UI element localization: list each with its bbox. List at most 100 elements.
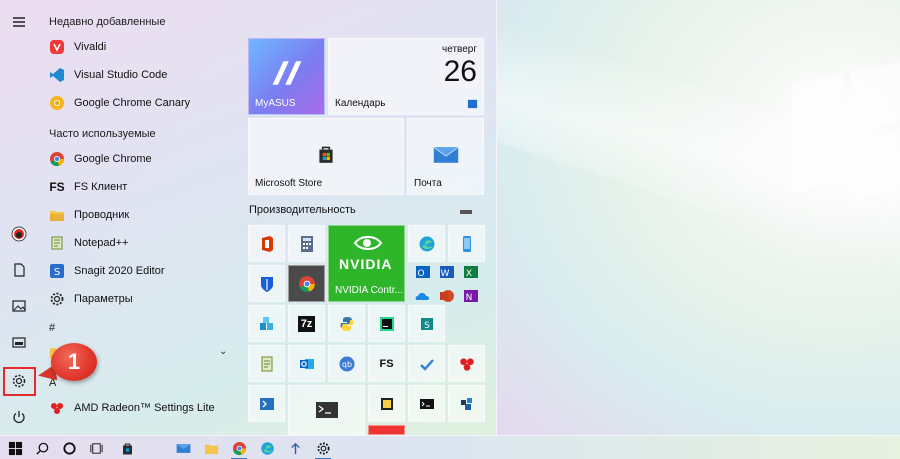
store-bag-icon — [319, 146, 333, 163]
mail-icon — [176, 443, 190, 453]
powerpoint-icon[interactable] — [438, 287, 456, 305]
documents-icon[interactable] — [6, 257, 32, 283]
folder-icon — [204, 444, 218, 454]
python-icon — [340, 316, 353, 331]
tile-virtualbox[interactable] — [448, 385, 485, 422]
sway-icon: S — [420, 317, 433, 331]
taskbar-mail[interactable] — [171, 436, 195, 459]
app-snagit[interactable]: S Snagit 2020 Editor — [47, 259, 243, 283]
app-fs-client[interactable]: FS FS Клиент — [47, 175, 243, 199]
settings-highlight-box — [3, 367, 36, 396]
hash-header[interactable]: # — [49, 322, 55, 334]
taskbar-explorer[interactable] — [199, 436, 223, 459]
group-header[interactable]: Производительность — [249, 204, 356, 216]
tile-bitwarden[interactable] — [248, 265, 285, 302]
group-menu-icon[interactable] — [460, 210, 472, 214]
file-explorer-icon — [47, 205, 67, 225]
tile-todo[interactable] — [408, 345, 445, 382]
tile-chrome[interactable] — [288, 265, 325, 302]
tile-cmd[interactable] — [408, 385, 445, 422]
user-avatar[interactable] — [6, 221, 32, 247]
tile-label: NVIDIA Contr... — [335, 285, 403, 296]
amd-radeon-icon — [47, 398, 67, 418]
tile-app-cubes[interactable] — [248, 305, 285, 342]
tile-outlook[interactable] — [288, 345, 325, 382]
app-chrome-canary[interactable]: Google Chrome Canary — [47, 91, 243, 115]
office-icon — [261, 235, 273, 252]
tile-fs[interactable]: FS — [368, 345, 405, 382]
tile-calendar[interactable]: четверг 26 Календарь — [328, 38, 484, 115]
chrome-icon — [47, 149, 67, 169]
svg-text:S: S — [54, 267, 60, 278]
hamburger-menu-icon[interactable] — [6, 9, 32, 35]
search-icon — [35, 442, 48, 455]
app-amd-radeon[interactable]: AMD Radeon™ Settings Lite — [47, 396, 243, 420]
tile-edge[interactable] — [408, 225, 445, 262]
taskbar-edge[interactable] — [255, 436, 279, 459]
arrow-up-icon — [290, 442, 300, 454]
taskbar-store[interactable] — [115, 436, 139, 459]
excel-icon[interactable]: X — [462, 263, 480, 281]
tile-sway[interactable]: S — [408, 305, 445, 342]
tile-sticky[interactable] — [368, 385, 405, 422]
vscode-icon — [47, 65, 67, 85]
tile-powershell[interactable] — [248, 385, 285, 422]
pictures-icon[interactable] — [6, 293, 32, 319]
step-callout: 1 — [51, 343, 97, 381]
start-button[interactable] — [3, 436, 27, 459]
desktop-wallpaper — [497, 0, 900, 435]
store-bag-icon — [122, 442, 132, 454]
tile-python[interactable] — [328, 305, 365, 342]
svg-text:W: W — [440, 269, 449, 279]
app-google-chrome[interactable]: Google Chrome — [47, 147, 243, 171]
app-vivaldi[interactable]: Vivaldi — [47, 35, 243, 59]
tile-myasus[interactable]: MyASUS — [248, 38, 325, 115]
outlook-icon[interactable]: O — [414, 263, 432, 281]
onedrive-icon[interactable] — [414, 287, 432, 305]
taskbar-upload[interactable] — [283, 436, 307, 459]
fs-tile-icon: FS — [379, 357, 394, 370]
amd-radeon-icon — [459, 357, 474, 371]
tile-amd-radeon[interactable] — [448, 345, 485, 382]
seven-zip-icon: 7z — [297, 315, 316, 332]
tile-microsoft-store[interactable]: Microsoft Store — [248, 118, 404, 195]
chevron-down-icon[interactable]: ⌄ — [219, 346, 227, 357]
tile-area: MyASUS четверг 26 Календарь Microsoft St… — [248, 0, 493, 435]
file-explorer-rail-icon[interactable] — [6, 329, 32, 355]
tile-notepadpp[interactable] — [248, 345, 285, 382]
tile-calculator[interactable] — [288, 225, 325, 262]
tile-partial[interactable] — [368, 425, 405, 435]
search-button[interactable] — [30, 436, 54, 459]
calculator-icon — [300, 235, 313, 252]
power-icon[interactable] — [6, 404, 32, 430]
app-vscode[interactable]: Visual Studio Code — [47, 63, 243, 87]
nvidia-eye-icon — [353, 236, 383, 250]
app-settings[interactable]: Параметры — [47, 287, 243, 311]
svg-text:S: S — [424, 321, 430, 331]
tile-pycharm[interactable] — [368, 305, 405, 342]
tile-office[interactable] — [248, 225, 285, 262]
task-view-button[interactable] — [84, 436, 108, 459]
tile-nvidia[interactable]: NVIDIA NVIDIA Contr... — [328, 225, 405, 302]
taskbar-settings[interactable] — [311, 436, 335, 459]
tile-terminal[interactable] — [288, 385, 365, 435]
tile-qbittorrent[interactable]: qb — [328, 345, 365, 382]
calendar-weekday: четверг — [442, 44, 477, 55]
cortana-button[interactable] — [57, 436, 81, 459]
recent-header: Недавно добавленные — [49, 16, 166, 28]
tile-phone[interactable] — [448, 225, 485, 262]
chrome-canary-icon — [47, 93, 67, 113]
tile-7zip[interactable]: 7z — [288, 305, 325, 342]
app-notepadpp[interactable]: Notepad++ — [47, 231, 243, 255]
word-icon[interactable]: W — [438, 263, 456, 281]
svg-text:X: X — [465, 269, 471, 279]
taskbar-chrome[interactable] — [227, 436, 251, 459]
app-file-explorer[interactable]: Проводник — [47, 203, 243, 227]
qbittorrent-icon: qb — [339, 356, 354, 371]
tile-mail[interactable]: Почта — [407, 118, 484, 195]
tile-label: MyASUS — [255, 98, 296, 109]
windows-logo-wallpaper — [752, 48, 900, 201]
myasus-logo-icon — [272, 61, 302, 85]
app-label: AMD Radeon™ Settings Lite — [74, 402, 215, 414]
onenote-icon[interactable]: N — [462, 287, 480, 305]
